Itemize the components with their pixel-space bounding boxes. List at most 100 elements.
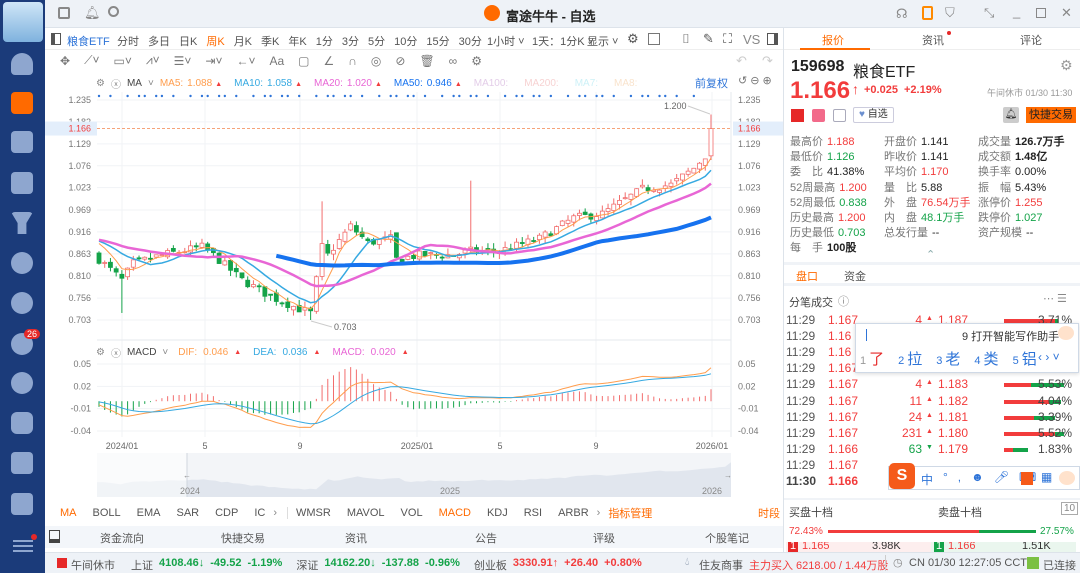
indicator-tab[interactable]: MAVOL [347, 507, 385, 519]
ime-candidate[interactable]: 3老 [936, 348, 960, 369]
price-tick-right: 1.076 [738, 161, 761, 171]
index-quote[interactable]: 上证 4108.46↓ -49.52 -1.19% [131, 557, 282, 573]
ime-assistant-link[interactable]: 9 打开智能写作助手 [962, 328, 1059, 344]
signal-dot [286, 94, 289, 98]
price-chart[interactable]: 1.2351.2351.1821.1821.1291.1291.0761.076… [0, 0, 784, 500]
time-segment-link[interactable]: 时段 [758, 505, 780, 521]
index-quote[interactable]: 创业板 3330.91↑ +26.40 +0.80% [474, 557, 642, 573]
clipboard-icon[interactable] [922, 6, 933, 20]
candle-body [205, 243, 211, 251]
range-navigator: ← → 2024 2025 2026 [97, 453, 732, 497]
candle-body [136, 257, 142, 260]
ime-candidate[interactable]: 5铝 [1013, 348, 1037, 369]
sogou-logo-icon[interactable]: S [889, 463, 915, 489]
price-tick-right: 1.235 [738, 95, 761, 105]
maximize-icon[interactable] [1036, 8, 1046, 18]
collapse-stats-icon[interactable]: ⌃ [926, 248, 935, 261]
ime-candidate[interactable]: 4类 [974, 348, 998, 369]
indicator-tab[interactable]: EMA [137, 507, 161, 519]
ime-apps-icon[interactable]: ▦ [1041, 470, 1052, 484]
ime-mode-toggle[interactable]: 中 [921, 471, 933, 488]
stat-label: 换手率 [978, 166, 1011, 179]
macd-select[interactable]: MACD [127, 347, 156, 358]
server-clock: CN 01/30 12:27:05 CCT [909, 557, 1028, 569]
candle-body [657, 189, 662, 193]
indicator-tab[interactable]: IC [254, 507, 265, 519]
tab-quote[interactable]: 报价 [822, 32, 844, 48]
bottom-tab[interactable]: 资金流向 [100, 530, 144, 546]
indicator-tab[interactable]: SAR [176, 507, 199, 519]
alert-bell-button[interactable]: 🔔︎ [1003, 107, 1019, 123]
signal-dot [475, 94, 478, 98]
indicator-tab[interactable]: KDJ [487, 507, 508, 519]
signal-dot [452, 94, 455, 98]
bottom-tab[interactable]: 个股笔记 [705, 530, 749, 546]
stat-item: 52周最低 0.838 [790, 194, 867, 210]
collapse-panel-icon[interactable] [49, 530, 60, 543]
levels-toggle[interactable]: 10 [1061, 502, 1079, 515]
candle-body [622, 197, 628, 200]
ime-candidate[interactable]: 2拉 [898, 348, 922, 369]
index-change: -49.52 [210, 557, 242, 569]
tab-news[interactable]: 资讯 [922, 32, 944, 48]
candles [96, 114, 714, 320]
tab-orderbook[interactable]: 盘口 [796, 268, 818, 284]
down-arrow-icon: ▼ [926, 443, 933, 451]
margin-icon[interactable] [812, 109, 825, 122]
indicator-manage-link[interactable]: 指标管理 [608, 505, 652, 521]
indicator-tab[interactable]: MACD [439, 507, 471, 519]
tab-capital[interactable]: 资金 [844, 268, 866, 284]
more-icon[interactable]: ⋯ ☰ [1043, 292, 1067, 305]
quote-settings-icon[interactable]: ⚙ [1060, 57, 1073, 74]
signal-dot [389, 94, 392, 98]
signal-dot [97, 94, 101, 98]
stat-label: 内 盘 [884, 212, 917, 224]
doc-icon[interactable] [833, 109, 846, 122]
stat-item: 52周最高 1.200 [790, 179, 867, 195]
tab-comments[interactable]: 评论 [1020, 32, 1042, 48]
ime-skin-icon[interactable] [1021, 472, 1033, 485]
candle-body [531, 240, 537, 242]
stat-label: 平均价 [884, 166, 917, 179]
ime-page-icons[interactable]: ‹ › ˅ [1038, 350, 1060, 364]
shirt-icon[interactable]: ⛉ [945, 5, 955, 21]
info-icon[interactable]: ⓘ [838, 293, 849, 309]
indicator-tab[interactable]: RSI [524, 507, 542, 519]
indicator-tab[interactable]: MA [60, 507, 77, 519]
candle [559, 219, 565, 227]
tick-price: 1.167 [828, 393, 859, 408]
bottom-tab[interactable]: 评级 [593, 530, 615, 546]
minimize-icon[interactable]: _ [1013, 4, 1020, 19]
news-ticker[interactable]: 住友商事 [699, 557, 743, 573]
close-icon[interactable]: ✕ [1061, 5, 1072, 21]
candle-body [628, 193, 634, 200]
add-watchlist-button[interactable]: ♥ 自选 [853, 107, 894, 123]
shrink-icon[interactable]: ⤡ [984, 5, 994, 21]
index-change-pct: +0.80% [604, 557, 642, 569]
tick-level-price: 1.179 [938, 441, 969, 456]
up-arrow-icon: ▲ [926, 379, 933, 387]
quick-trade-button[interactable]: 快捷交易 [1026, 107, 1076, 123]
menu-icon[interactable] [13, 540, 33, 552]
index-quote[interactable]: 深证 14162.20↓ -137.88 -0.96% [296, 557, 460, 573]
indicator-tab[interactable]: VOL [401, 507, 423, 519]
bottom-tab[interactable]: 资讯 [345, 530, 367, 546]
price-grid: 1.2351.2351.1821.1821.1291.1291.0761.076… [68, 92, 761, 451]
bottom-tab[interactable]: 公告 [475, 530, 497, 546]
indicator-tab[interactable]: ARBR [558, 507, 589, 519]
stat-value: 76.54万手 [921, 196, 971, 209]
indicator-tab[interactable]: CDP [215, 507, 238, 519]
stat-value: 1.200 [839, 181, 867, 194]
indicator-tab[interactable]: BOLL [93, 507, 121, 519]
ticks-title: 分笔成交 [789, 297, 833, 309]
signal-dot [280, 94, 284, 98]
macd-close-icon[interactable]: ⓧ [111, 345, 121, 360]
stat-value: 1.255 [1015, 196, 1043, 209]
candle-body [416, 250, 422, 260]
ime-candidate[interactable]: 1了 [860, 348, 884, 369]
indicator-tab[interactable]: WMSR [296, 507, 331, 519]
macd-settings-icon[interactable]: ⚙ [96, 347, 105, 358]
bottom-tab[interactable]: 快捷交易 [221, 530, 265, 546]
headset-icon[interactable]: ☊ [896, 6, 908, 22]
candle-body [228, 260, 233, 271]
